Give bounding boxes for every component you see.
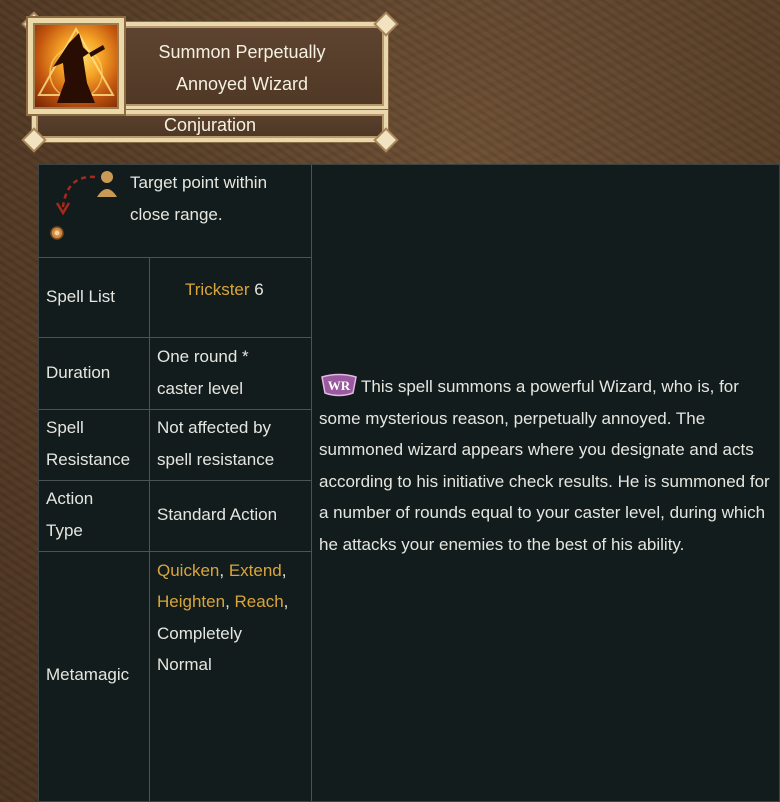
- duration-value-line-2: caster level: [157, 379, 243, 398]
- metamagic-line-1: Quicken, Extend,: [157, 555, 287, 587]
- spell-title-line-1: Summon Perpetually: [158, 42, 326, 62]
- target-text-line-1: Target point within: [130, 173, 268, 192]
- metamagic-separator: ,: [225, 592, 235, 611]
- spell-title-line-2: Annoyed Wizard: [175, 74, 309, 94]
- quicken-link[interactable]: Quicken: [157, 561, 219, 580]
- metamagic-line-2: Heighten, Reach,: [157, 586, 288, 618]
- metamagic-separator: ,: [283, 592, 289, 611]
- table-divider: [149, 257, 150, 801]
- table-divider: [39, 480, 311, 481]
- spell-list-label: Spell List: [46, 287, 115, 306]
- spell-list-level: 6: [249, 280, 264, 299]
- spell-resistance-label-line-1: Spell: [46, 418, 84, 437]
- metamagic-line-3: Completely: [157, 624, 243, 643]
- action-type-label-line-1: Action: [46, 489, 94, 508]
- trickster-link[interactable]: Trickster: [185, 280, 250, 299]
- target-point-icon: [50, 171, 117, 240]
- spell-resistance-value-line-1: Not affected by: [157, 418, 272, 437]
- reach-link[interactable]: Reach: [235, 592, 284, 611]
- table-divider: [39, 337, 311, 338]
- extend-link[interactable]: Extend: [229, 561, 282, 580]
- metamagic-label: Metamagic: [46, 665, 130, 684]
- duration-label: Duration: [46, 363, 111, 382]
- table-divider: [39, 551, 311, 552]
- heighten-link[interactable]: Heighten: [157, 592, 225, 611]
- spell-school: Conjuration: [163, 115, 257, 135]
- spell-details-table: Target point within close range. Spell L…: [38, 164, 780, 802]
- spell-list-value: Trickster 6: [185, 274, 264, 306]
- table-divider: [311, 165, 312, 801]
- spell-description: WR This spell summons a powerful Wizard,…: [319, 371, 777, 560]
- metamagic-separator: ,: [281, 561, 287, 580]
- spell-resistance-value-line-2: spell resistance: [157, 450, 275, 469]
- action-type-value: Standard Action: [157, 505, 278, 524]
- svg-text:WR: WR: [328, 378, 351, 393]
- metamagic-line-4: Normal: [157, 655, 212, 674]
- metamagic-separator: ,: [219, 561, 229, 580]
- wizard-spell-icon: [28, 18, 124, 114]
- action-type-label-line-2: Type: [46, 521, 83, 540]
- table-divider: [39, 257, 311, 258]
- table-divider: [39, 409, 311, 410]
- spell-resistance-label-line-2: Resistance: [46, 450, 131, 469]
- spell-description-text: This spell summons a powerful Wizard, wh…: [319, 377, 770, 554]
- wr-badge-icon: WR: [321, 373, 357, 397]
- target-text-line-2: close range.: [130, 205, 223, 224]
- duration-value-line-1: One round *: [157, 347, 249, 366]
